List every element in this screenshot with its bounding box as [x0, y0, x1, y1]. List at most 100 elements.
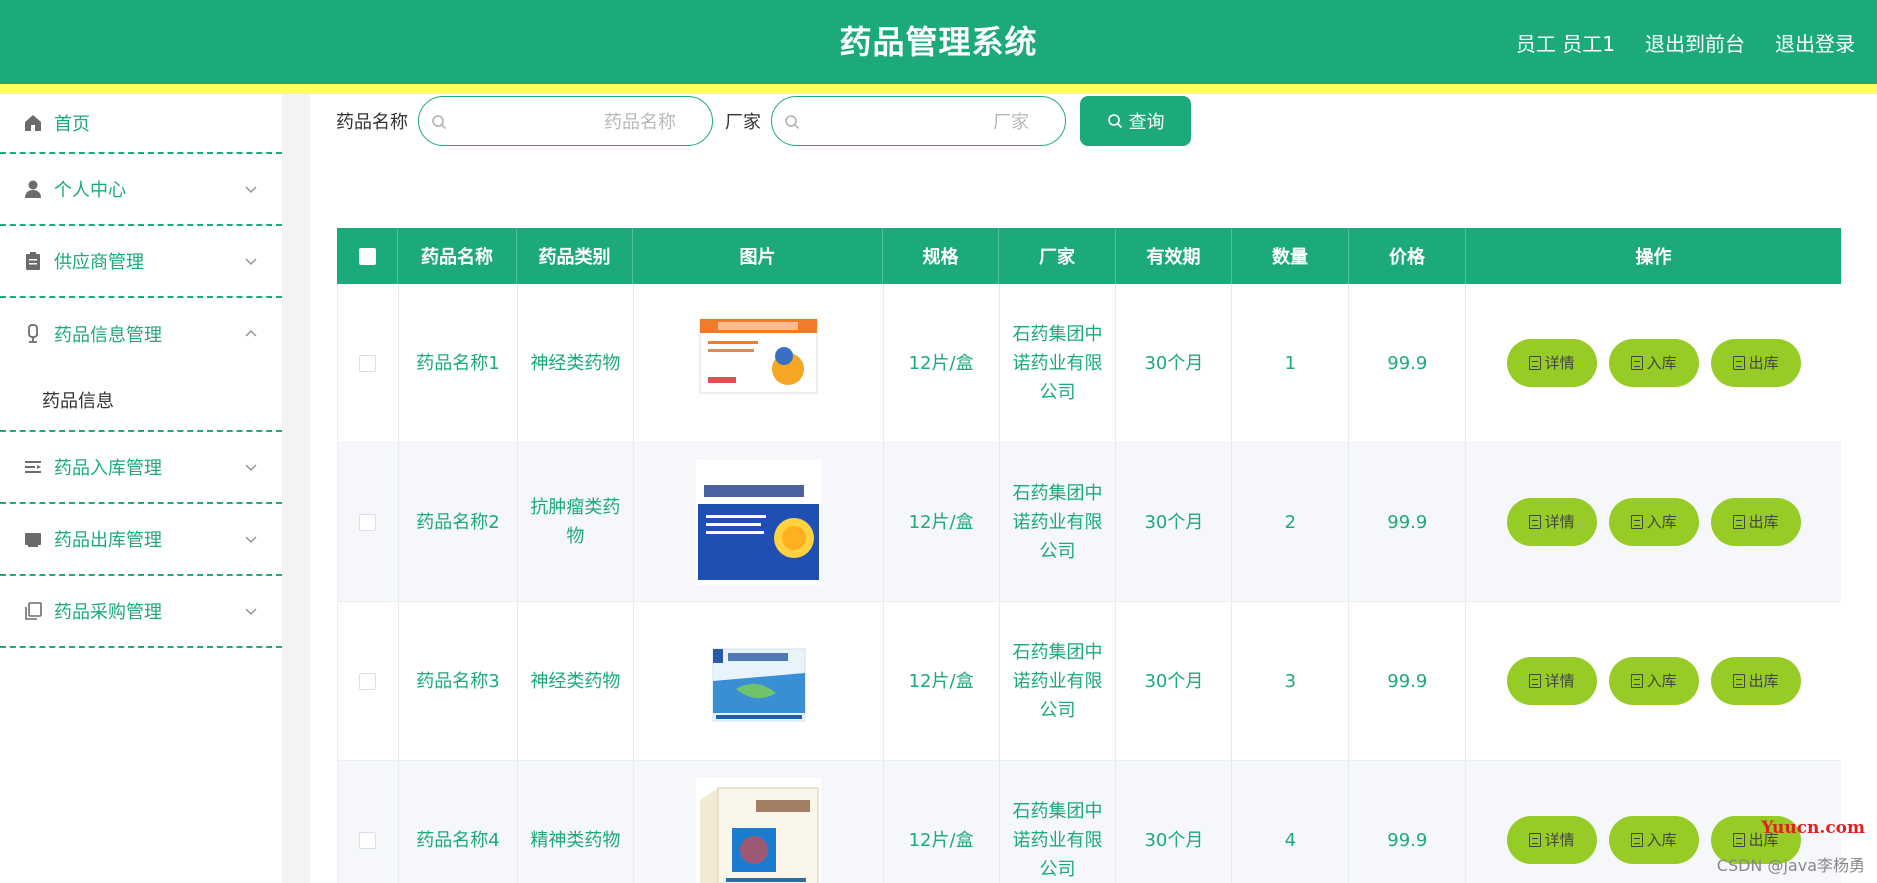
medicine-image	[695, 300, 821, 426]
sidebar-item-drug-info[interactable]: 药品信息管理	[0, 298, 282, 370]
column-header: 规格	[883, 228, 999, 284]
column-header: 药品名称	[398, 228, 517, 284]
current-user: 员工 员工1	[1515, 31, 1615, 56]
document-icon	[1732, 515, 1745, 529]
drug-name-label: 药品名称	[336, 112, 408, 133]
detail-button[interactable]: 详情	[1506, 498, 1597, 546]
site-watermark: Yuucn.com	[1761, 818, 1865, 838]
stock-in-button[interactable]: 入库	[1608, 498, 1699, 546]
sidebar-item-stock-in[interactable]: 药品入库管理	[0, 432, 282, 504]
sidebar-item-label: 药品采购管理	[54, 602, 162, 623]
sidebar-item-supplier[interactable]: 供应商管理	[0, 226, 282, 298]
sidebar-item-purchase[interactable]: 药品采购管理	[0, 576, 282, 648]
detail-label: 详情	[1544, 353, 1575, 372]
document-icon	[1528, 833, 1541, 847]
category-cell: 抗肿瘤类药物	[518, 443, 634, 601]
medicine-image	[695, 777, 821, 883]
stock-in-button[interactable]: 入库	[1608, 657, 1699, 705]
stock-out-label: 出库	[1748, 671, 1779, 690]
document-icon	[1630, 833, 1643, 847]
image-cell	[634, 443, 884, 601]
sidebar-item-label: 药品信息管理	[54, 325, 162, 346]
document-icon	[1732, 833, 1745, 847]
column-header: 有效期	[1116, 228, 1232, 284]
table-row: 药品名称2 抗肿瘤类药物 12片/盒 石药集团中诺药业有限公司 30个月 2 9…	[337, 443, 1841, 602]
stock-in-button[interactable]: 入库	[1608, 816, 1699, 864]
quantity-cell: 2	[1232, 443, 1350, 601]
detail-button[interactable]: 详情	[1506, 657, 1597, 705]
logout-link[interactable]: 退出登录	[1775, 28, 1855, 57]
maker-cell: 石药集团中诺药业有限公司	[1000, 443, 1117, 601]
medicine-image	[695, 618, 821, 744]
detail-label: 详情	[1544, 671, 1575, 690]
row-checkbox[interactable]	[359, 672, 377, 690]
sidebar-item-stock-out[interactable]: 药品出库管理	[0, 504, 282, 576]
drug-name-search[interactable]	[418, 96, 713, 146]
stock-out-button[interactable]: 出库	[1710, 657, 1801, 705]
quantity-cell: 4	[1232, 761, 1350, 883]
sidebar-subitem-drug-info[interactable]: 药品信息	[0, 370, 282, 432]
validity-cell: 30个月	[1116, 602, 1233, 760]
user-icon	[22, 178, 44, 200]
select-all-checkbox[interactable]	[358, 247, 376, 265]
sidebar-item-label: 供应商管理	[54, 252, 144, 273]
query-button-label: 查询	[1128, 112, 1165, 133]
search-bar: 药品名称 厂家 查询	[336, 96, 1191, 146]
category-cell: 精神类药物	[518, 761, 634, 883]
stock-out-label: 出库	[1748, 353, 1779, 372]
row-select-cell	[338, 761, 399, 883]
sidebar-item-label: 个人中心	[54, 180, 126, 201]
maker-search[interactable]	[771, 96, 1066, 146]
drug-name-input[interactable]	[455, 109, 676, 135]
maker-cell: 石药集团中诺药业有限公司	[1000, 602, 1117, 760]
quantity-cell: 3	[1232, 602, 1350, 760]
drug-name-cell: 药品名称1	[399, 284, 518, 442]
stock-in-label: 入库	[1646, 353, 1677, 372]
detail-button[interactable]: 详情	[1506, 339, 1597, 387]
sidebar-gutter	[282, 94, 310, 883]
chevron-down-icon	[245, 608, 257, 616]
list-icon	[22, 456, 44, 478]
row-checkbox[interactable]	[359, 831, 377, 849]
drug-name-cell: 药品名称4	[399, 761, 518, 883]
column-header: 价格	[1349, 228, 1466, 284]
sidebar: 首页 个人中心 供应商管理 药品信息管理 药品信息 药品入库管理 药品出库管理	[0, 94, 282, 883]
header-accent-bar	[0, 84, 1877, 94]
maker-cell: 石药集团中诺药业有限公司	[1000, 284, 1117, 442]
row-select-cell	[338, 284, 399, 442]
copy-icon	[22, 600, 44, 622]
row-select-cell	[338, 602, 399, 760]
chevron-down-icon	[245, 536, 257, 544]
box-icon	[22, 528, 44, 550]
table-row: 药品名称4 精神类药物 12片/盒 石药集团中诺药业有限公司 30个月 4 99…	[337, 761, 1841, 883]
column-header: 数量	[1232, 228, 1349, 284]
validity-cell: 30个月	[1116, 284, 1233, 442]
validity-cell: 30个月	[1116, 443, 1233, 601]
query-button[interactable]: 查询	[1080, 96, 1191, 146]
sidebar-item-personal-center[interactable]: 个人中心	[0, 154, 282, 226]
spec-cell: 12片/盒	[884, 443, 1000, 601]
chevron-down-icon	[245, 464, 257, 472]
clipboard-icon	[22, 250, 44, 272]
select-all-cell	[337, 228, 398, 284]
stock-in-button[interactable]: 入库	[1608, 339, 1699, 387]
row-checkbox[interactable]	[359, 513, 377, 531]
drug-name-cell: 药品名称3	[399, 602, 518, 760]
row-checkbox[interactable]	[359, 354, 377, 372]
document-icon	[1630, 515, 1643, 529]
stock-in-label: 入库	[1646, 830, 1677, 849]
stock-out-button[interactable]: 出库	[1710, 339, 1801, 387]
main-content: 药品名称 厂家 查询 药品名称 药品类别 图片 规格 厂家 有效期 数量 价格 …	[310, 94, 1867, 883]
maker-input[interactable]	[808, 109, 1029, 135]
column-header: 药品类别	[517, 228, 633, 284]
search-icon	[432, 115, 447, 130]
category-cell: 神经类药物	[518, 284, 634, 442]
detail-label: 详情	[1544, 512, 1575, 531]
stock-out-button[interactable]: 出库	[1710, 498, 1801, 546]
image-cell	[634, 602, 884, 760]
price-cell: 99.9	[1349, 284, 1467, 442]
detail-button[interactable]: 详情	[1506, 816, 1597, 864]
exit-to-front-link[interactable]: 退出到前台	[1645, 28, 1745, 57]
sidebar-item-home[interactable]: 首页	[0, 94, 282, 154]
category-cell: 神经类药物	[518, 602, 634, 760]
